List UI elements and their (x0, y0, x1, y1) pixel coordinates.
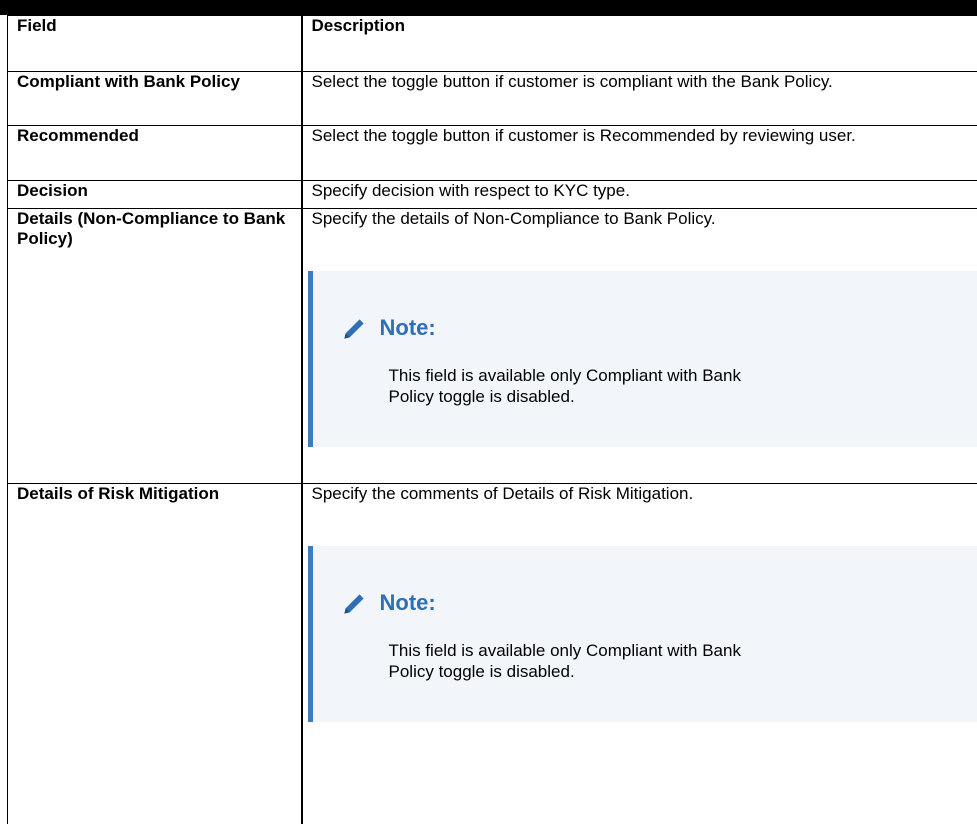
header-field: Field (8, 16, 302, 72)
field-description: Specify the details of Non-Compliance to… (312, 209, 976, 229)
field-description-cell: Specify the details of Non-Compliance to… (302, 209, 977, 484)
field-name: Details of Risk Mitigation (8, 484, 302, 824)
field-name: Recommended (8, 126, 302, 181)
pencil-icon (341, 590, 368, 617)
table-row: Recommended Select the toggle button if … (8, 126, 977, 181)
top-rule (0, 0, 977, 15)
note-header: Note: (341, 590, 977, 616)
note-text: This field is available only Compliant w… (341, 365, 769, 407)
note-header: Note: (341, 315, 977, 341)
field-name: Decision (8, 181, 302, 209)
field-name: Compliant with Bank Policy (8, 72, 302, 126)
header-description: Description (302, 16, 977, 72)
field-description: Select the toggle button if customer is … (302, 72, 977, 126)
note-title: Note: (380, 318, 436, 338)
note-text: This field is available only Compliant w… (341, 640, 769, 682)
note-title: Note: (380, 593, 436, 613)
field-description: Select the toggle button if customer is … (302, 126, 977, 181)
table-header-row: Field Description (8, 16, 977, 72)
table-row: Details of Risk Mitigation Specify the c… (8, 484, 977, 824)
table-row: Decision Specify decision with respect t… (8, 181, 977, 209)
field-description-cell: Specify the comments of Details of Risk … (302, 484, 977, 824)
field-description: Specify the comments of Details of Risk … (312, 484, 976, 504)
pencil-icon (341, 315, 368, 342)
field-description: Specify decision with respect to KYC typ… (302, 181, 977, 209)
table-row: Details (Non-Compliance to Bank Policy) … (8, 209, 977, 484)
field-name: Details (Non-Compliance to Bank Policy) (8, 209, 302, 484)
note-box: Note: This field is available only Compl… (308, 271, 977, 447)
note-box: Note: This field is available only Compl… (308, 546, 977, 722)
field-description-table: Field Description Compliant with Bank Po… (7, 15, 977, 824)
table-row: Compliant with Bank Policy Select the to… (8, 72, 977, 126)
